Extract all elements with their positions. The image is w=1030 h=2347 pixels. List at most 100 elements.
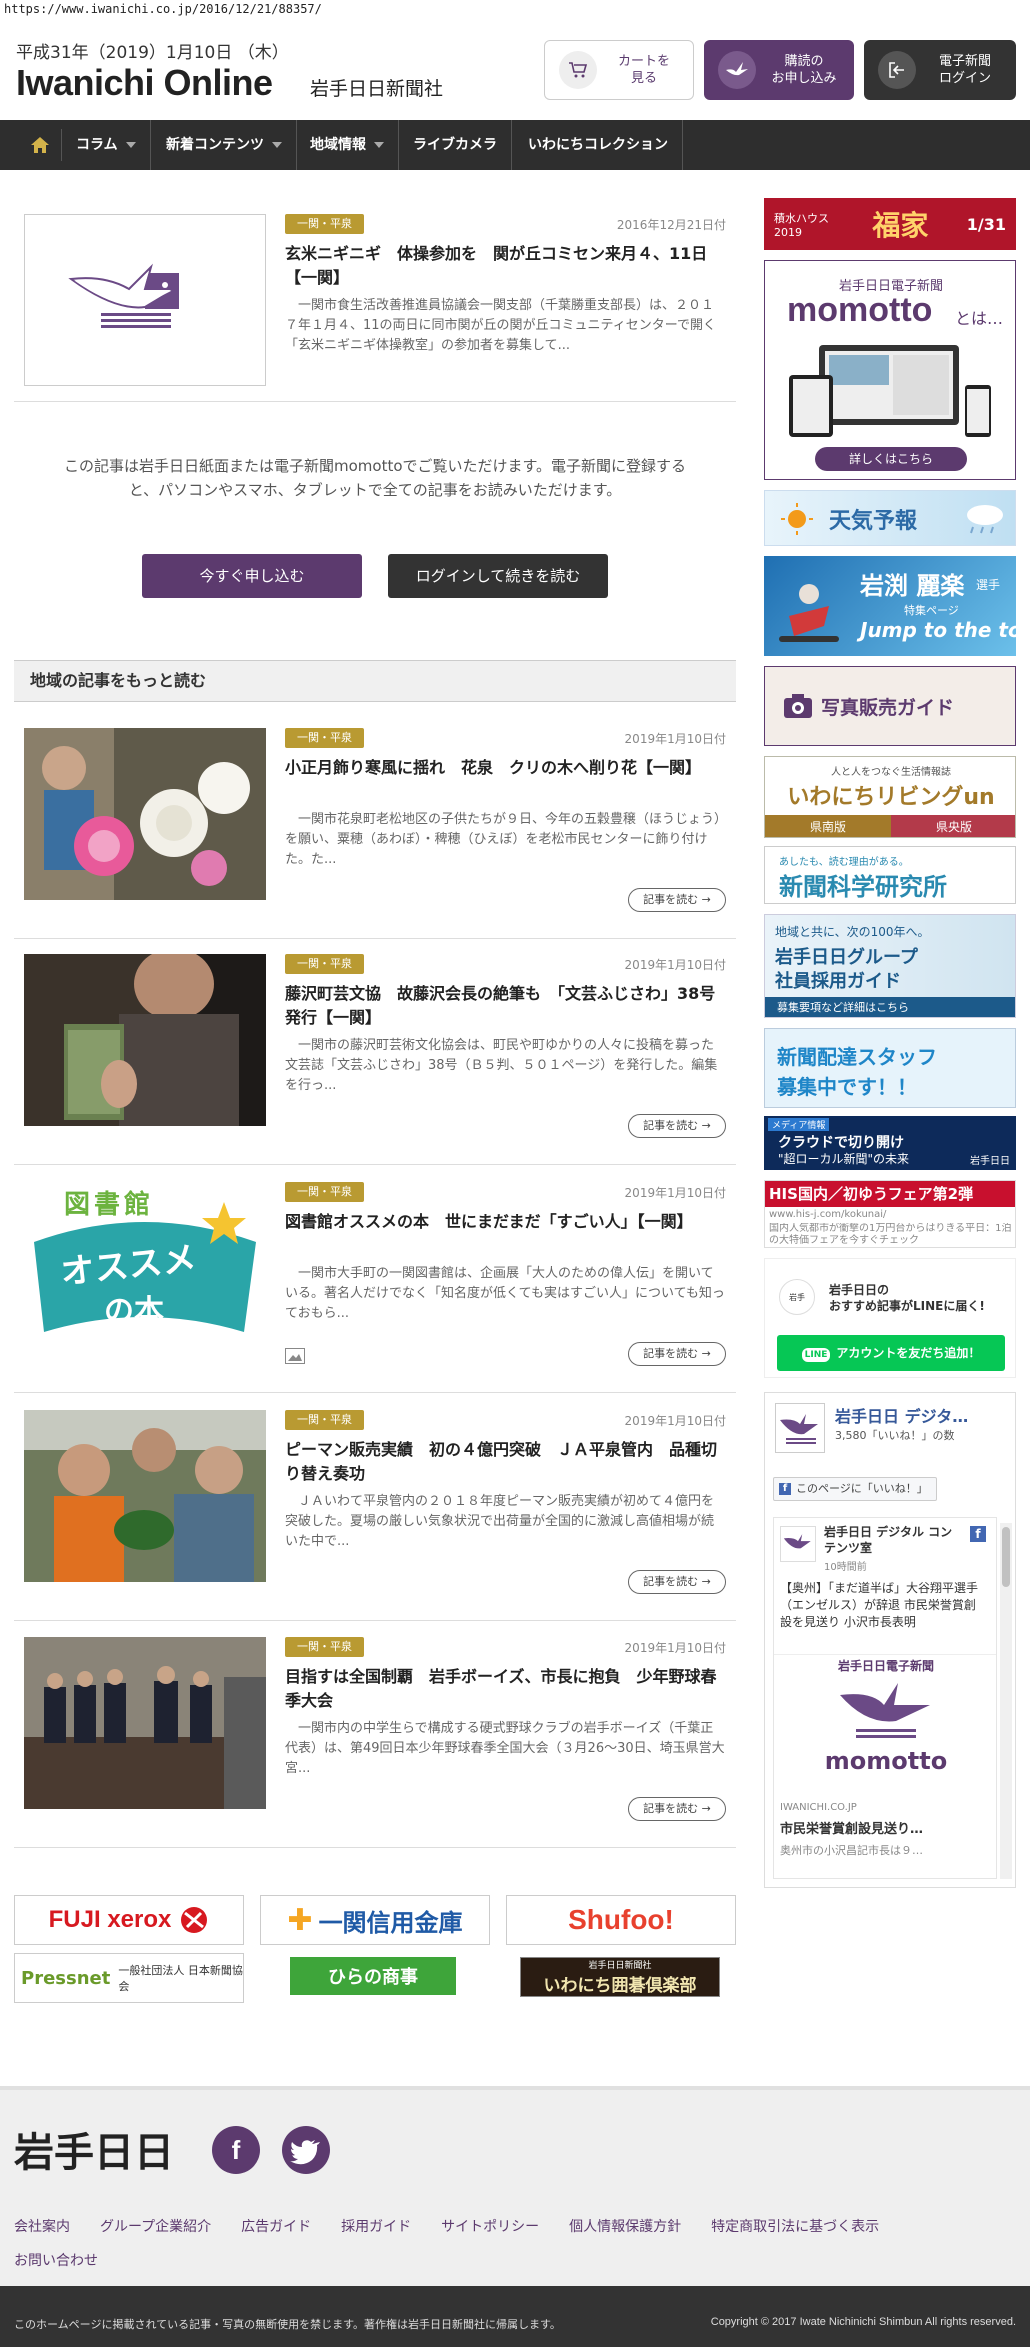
featured-article-summary: 一関市食生活改善推進員協議会一関支部（千葉勝重支部長）は、２０１７年１月４、11… [285,298,716,353]
line-add-friend-button[interactable]: LINE アカウントを友だち追加！ [777,1335,1005,1371]
category-tag[interactable]: 一関・平泉 [285,1182,364,1202]
category-tag[interactable]: 一関・平泉 [285,1410,364,1430]
section-heading: 地域の記事をもっと読む [14,660,736,702]
footer-link[interactable]: 採用ガイド [341,2210,411,2244]
living-central-edition-button[interactable]: 県央版 [891,815,1015,837]
facebook-icon: f [970,1526,986,1542]
article-summary: 一関市大手町の一関図書館は、企画展「大人のための偉人伝」を開いている。著名人だけ… [285,1266,725,1321]
article-date: 2019年1月10日付 [624,1414,726,1428]
footer-logo[interactable]: 岩手日日 [14,2120,174,2178]
subscribe-button[interactable]: 購読の お申し込み [704,40,854,100]
site-logo[interactable]: Iwanichi Online [16,62,273,104]
article-date: 2019年1月10日付 [624,1641,726,1655]
iwanichi-living-banner[interactable]: 人と人をつなぐ生活情報誌 いわにちリビングun 県南版 県央版 [764,756,1016,838]
footer-link[interactable]: サイトポリシー [441,2210,539,2244]
iwabuchi-reira-banner[interactable]: 岩渕 麗楽 選手 特集ページ Jump to the top [764,556,1016,656]
category-tag[interactable]: 一関・平泉 [285,214,364,234]
arrow-right-icon: → [701,893,711,906]
living-south-edition-button[interactable]: 県南版 [765,815,891,837]
read-more-button[interactable]: 記事を読む → [628,1114,726,1138]
pressnet-banner[interactable]: Pressnet 一般社団法人 日本新聞協会 [14,1953,244,2003]
fb-post-image[interactable]: 岩手日日電子新聞 momotto [774,1654,996,1778]
cloud-media-banner[interactable]: メディア情報 クラウドで切り開け "超ローカル新聞"の未来 岩手日日 [764,1116,1016,1170]
category-tag[interactable]: 一関・平泉 [285,954,364,974]
featured-article-thumbnail[interactable] [24,214,266,386]
pepper-photo [24,1410,266,1582]
nav-item-iwanichi-collection[interactable]: いわにちコレクション [514,120,683,170]
article-summary: 一関市内の中学生らで構成する硬式野球クラブの岩手ボーイズ（千葉正代表）は、第49… [285,1721,725,1776]
article-date: 2019年1月10日付 [624,958,726,972]
newspaper-science-lab-banner[interactable]: あしたも、読む理由がある。 新聞科学研究所 [764,846,1016,904]
article-title[interactable]: ピーマン販売実績 初の４億円突破 ＪＡ平泉管内 品種切り替え奏功 [285,1438,725,1486]
footer-link[interactable]: お問い合わせ [14,2244,98,2278]
paywall-message: この記事は岩手日日紙面または電子新聞momottoでご覧いただけます。電子新聞に… [63,457,687,499]
nav-item-new-content[interactable]: 新着コンテンツ [152,120,297,170]
twitter-icon[interactable] [282,2126,330,2174]
read-more-button[interactable]: 記事を読む → [628,1797,726,1821]
browser-url[interactable]: https://www.iwanichi.co.jp/2016/12/21/88… [0,0,1030,20]
footer-link[interactable]: 会社案内 [14,2210,70,2244]
featured-article-title[interactable]: 玄米ニギニギ 体操参加を 関が丘コミセン来月４、11日【一関】 [285,242,725,290]
fb-widget-scrollbar[interactable] [1000,1523,1012,1879]
momotto-logo: momotto [787,291,933,329]
article-title[interactable]: 目指すは全国制覇 岩手ボーイズ、市長に抱負 少年野球春季大会 [285,1665,725,1713]
iwanichi-fb-avatar[interactable] [775,1403,825,1453]
his-travel-ad[interactable]: HIS国内／初ゆうフェア第2弾 www.his-j.com/kokunai/ 国… [764,1180,1016,1248]
iwanichi-avatar: 岩手 [779,1279,815,1315]
author-photo [24,954,266,1126]
article-thumbnail-library[interactable]: 図書館 オススメ の本 [24,1182,266,1354]
article-title[interactable]: 藤沢町芸文協 故藤沢会長の絶筆も 「文芸ふじさわ」38号発行【一関】 [285,982,725,1030]
recruit-guide-banner[interactable]: 地域と共に、次の100年へ。 岩手日日グループ 社員採用ガイド 募集要項など詳細… [764,914,1016,1018]
nav-item-live-camera[interactable]: ライブカメラ [399,120,512,170]
footer-link[interactable]: 個人情報保護方針 [569,2210,681,2244]
login-continue-button[interactable]: ログインして続きを読む [388,554,608,598]
cart-icon [559,51,597,89]
article-thumbnail-baseball[interactable] [24,1637,266,1809]
hirano-shoji-banner[interactable]: ひらの商事 [290,1957,456,1995]
read-more-button[interactable]: 記事を読む → [628,1342,726,1366]
momotto-ad[interactable]: 岩手日日電子新聞 momotto とは… 詳しくはこちら [764,260,1016,480]
facebook-icon[interactable]: f [212,2126,260,2174]
divider [14,401,736,402]
delivery-staff-banner[interactable]: 新聞配達スタッフ 募集中です！！ [764,1028,1016,1108]
footer-link[interactable]: グループ企業紹介 [100,2210,211,2244]
fb-page-name[interactable]: 岩手日日 デジタ… [835,1403,968,1427]
line-icon: LINE [801,1348,831,1362]
fujixerox-banner[interactable]: FUJI xerox [14,1895,244,1945]
footer-link[interactable]: 特定商取引法に基づく表示 [711,2210,879,2244]
subscribe-now-button[interactable]: 今すぐ申し込む [142,554,362,598]
nav-item-regional-info[interactable]: 地域情報 [296,120,399,170]
nav-item-column[interactable]: コラム [62,120,151,170]
article-thumbnail-pepper[interactable] [24,1410,266,1582]
category-tag[interactable]: 一関・平泉 [285,728,364,748]
e-paper-login-button[interactable]: 電子新聞 ログイン [864,40,1016,100]
home-icon[interactable] [18,129,62,161]
article-date: 2019年1月10日付 [624,1186,726,1200]
footer-links: 会社案内 グループ企業紹介 広告ガイド 採用ガイド サイトポリシー 個人情報保護方針 特定商… [14,2210,1004,2278]
article-card: 一関・平泉 2019年1月10日付 小正月飾り寒風に揺れ 花泉 クリの木へ削り花… [14,728,736,938]
read-more-button[interactable]: 記事を読む → [628,888,726,912]
footer-link[interactable]: 広告ガイド [241,2210,311,2244]
article-thumbnail-book[interactable] [24,954,266,1126]
sekisui-house-ad[interactable]: 積水ハウス 2019 福家 1/31 [764,198,1016,250]
article-title[interactable]: 小正月飾り寒風に揺れ 花泉 クリの木へ削り花【一関】 [285,756,725,780]
main-nav: コラム 新着コンテンツ 地域情報 ライブカメラ いわにちコレクション [0,120,1030,170]
cart-button[interactable]: カートを 見る [544,40,694,100]
fb-like-page-button[interactable]: f このページに「いいね！」 [773,1477,937,1501]
weather-banner[interactable]: 天気予報 [764,490,1016,546]
photo-sales-guide-banner[interactable]: 写真販売ガイド [764,666,1016,746]
site-logo-subtitle: 岩手日日新聞社 [310,78,444,100]
divider [14,1847,736,1848]
scrollbar-thumb[interactable] [1002,1527,1010,1587]
site-header: 平成31年（2019）1月10日 （木） Iwanichi Online 岩手日… [0,20,1030,120]
article-thumbnail-flowers[interactable] [24,728,266,900]
ichinoseki-shinkin-banner[interactable]: ✚ 一関信用金庫 [260,1895,490,1945]
device-mockup-icon [789,345,991,437]
shufoo-banner[interactable]: Shufoo! [506,1895,736,1945]
article-title[interactable]: 図書館オススメの本 世にまだまだ「すごい人」【一関】 [285,1210,725,1234]
copyright-text: Copyright © 2017 Iwate Nichinichi Shimbu… [710,2316,1016,2328]
category-tag[interactable]: 一関・平泉 [285,1637,364,1657]
go-club-banner[interactable]: 岩手日日新聞社 いわにち囲碁倶楽部 [520,1957,720,1997]
momotto-details-button[interactable]: 詳しくはこちら [815,447,967,471]
read-more-button[interactable]: 記事を読む → [628,1570,726,1594]
